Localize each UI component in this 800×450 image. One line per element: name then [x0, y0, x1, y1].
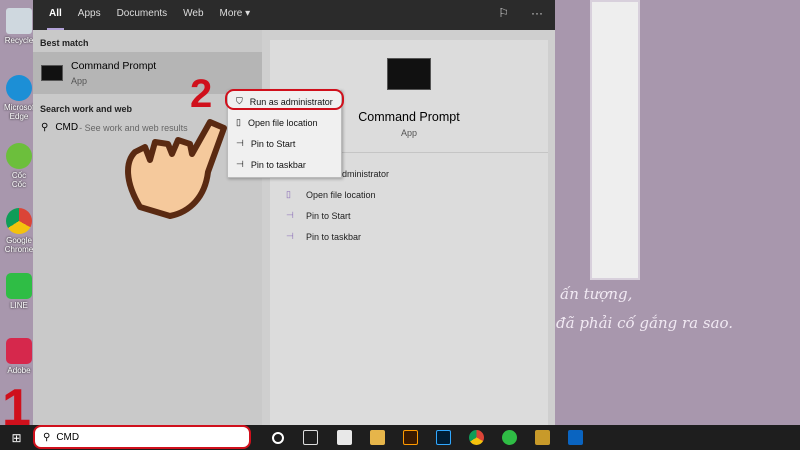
cortana-icon[interactable]	[272, 432, 284, 444]
pointing-hand-icon	[125, 119, 227, 219]
chrome-icon[interactable]	[469, 430, 484, 445]
action-pin-to-taskbar[interactable]: ⊣ Pin to taskbar	[270, 226, 548, 247]
desktop-icon-coccoc[interactable]: Cốc Cốc	[4, 143, 34, 189]
start-search-menu: All Apps Documents Web More ▾ ⚐ ··· Best …	[33, 0, 555, 425]
more-options-icon[interactable]: ···	[531, 6, 543, 20]
best-match-heading: Best match	[40, 38, 89, 48]
outlook-icon[interactable]	[568, 430, 583, 445]
search-value: CMD	[56, 431, 80, 443]
feedback-icon[interactable]: ⚐	[498, 6, 509, 20]
tab-documents[interactable]: Documents	[109, 0, 176, 30]
tab-more[interactable]: More ▾	[212, 0, 259, 30]
search-icon: ⚲	[43, 431, 51, 443]
best-match-command-prompt[interactable]: Command Prompt App	[33, 52, 262, 94]
wallpaper-text: đã phải cố gắng ra sao.	[556, 314, 734, 332]
store-icon[interactable]	[337, 430, 352, 445]
command-prompt-large-icon	[387, 58, 431, 90]
context-pin-to-taskbar[interactable]: ⊣ Pin to taskbar	[228, 154, 341, 175]
context-pin-to-start[interactable]: ⊣ Pin to Start	[228, 133, 341, 154]
photoshop-icon[interactable]	[436, 430, 451, 445]
file-explorer-icon[interactable]	[370, 430, 385, 445]
windows-start-icon[interactable]: ⊞	[0, 431, 33, 445]
web-query: CMD	[55, 122, 79, 133]
illustrator-icon[interactable]	[403, 430, 418, 445]
result-subtitle: App	[71, 76, 88, 86]
desktop-icon-adobe[interactable]: Adobe	[4, 338, 34, 375]
step-2-label: 2	[190, 72, 213, 116]
line-icon[interactable]	[502, 430, 517, 445]
wallpaper-frame	[590, 0, 640, 280]
result-title: Command Prompt	[71, 60, 157, 72]
action-pin-to-start[interactable]: ⊣ Pin to Start	[270, 205, 548, 226]
game-icon[interactable]	[535, 430, 550, 445]
search-tabs: All Apps Documents Web More ▾ ⚐ ···	[33, 0, 555, 30]
folder-icon: ▯	[286, 189, 291, 199]
highlight-run-as-admin	[225, 89, 344, 110]
wallpaper-text: ấn tượng,	[560, 285, 633, 303]
pin-icon: ⊣	[286, 231, 294, 241]
pin-icon: ⊣	[236, 159, 244, 169]
context-open-file-location[interactable]: ▯ Open file location	[228, 112, 341, 133]
pin-icon: ⊣	[236, 138, 244, 148]
taskbar-search-input[interactable]: ⚲ CMD	[33, 425, 251, 449]
tab-apps[interactable]: Apps	[70, 0, 109, 30]
task-view-icon[interactable]	[303, 430, 318, 445]
search-icon: ⚲	[41, 122, 49, 133]
desktop-icon-line[interactable]: LINE	[4, 273, 34, 310]
desktop-icon-recycle-bin[interactable]: Recycle	[4, 8, 34, 45]
action-open-file-location[interactable]: ▯ Open file location	[270, 184, 548, 205]
desktop-icon-chrome[interactable]: Google Chrome	[4, 208, 34, 254]
desktop-icon-edge[interactable]: Microsoft Edge	[4, 75, 36, 121]
folder-icon: ▯	[236, 117, 241, 127]
tab-all[interactable]: All	[41, 0, 70, 30]
pin-icon: ⊣	[286, 210, 294, 220]
tab-web[interactable]: Web	[175, 0, 211, 30]
command-prompt-icon	[41, 65, 63, 81]
